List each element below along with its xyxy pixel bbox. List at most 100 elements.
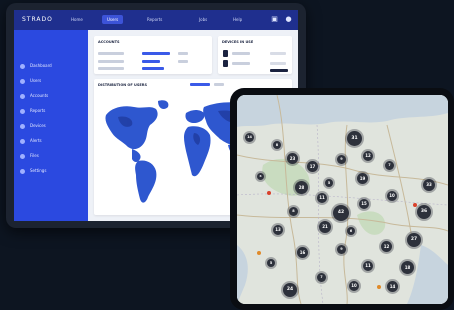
alerts-icon [20,138,25,144]
nav-item-help[interactable]: Help [228,15,247,24]
map-cluster[interactable]: 42 [333,205,349,221]
map-cluster[interactable]: 13 [273,225,283,235]
input-field[interactable] [270,52,286,55]
filter-button[interactable] [214,83,224,86]
continent-shape [135,160,157,203]
sidebar-item-reports[interactable]: Reports [20,107,45,115]
card-title: DISTRIBUTION OF USERS [98,83,147,87]
map-cluster[interactable]: 14 [387,281,398,292]
continent-shape [184,126,211,177]
nav-item-jobs[interactable]: Jobs [194,15,212,24]
filter-button[interactable] [190,83,210,86]
map-cluster[interactable]: 28 [295,181,308,194]
user-icon[interactable]: ● [284,15,293,24]
map-cluster[interactable]: 5 [325,179,333,187]
chat-icon[interactable]: ▣ [270,15,279,24]
sidebar-item-label: Alerts [30,138,42,143]
sidebar-item-label: Dashboard [30,63,52,68]
map-cluster[interactable]: 11 [317,193,327,203]
map-cluster[interactable]: 18 [401,261,414,274]
sidebar-item-files[interactable]: Files [20,152,39,160]
continent-shape [105,106,158,150]
sidebar-item-label: Files [30,153,39,158]
map-cluster[interactable]: 11 [363,261,373,271]
users-icon [20,78,25,84]
continent-shape [185,110,205,123]
placeholder-text [178,60,188,63]
devices-card: DEVICES IN USE [218,36,292,74]
map-cluster[interactable]: 12 [381,241,392,252]
map-cluster[interactable]: 17 [307,161,318,172]
device-icon [223,60,228,67]
map-cluster[interactable]: 10 [387,191,397,201]
nav-item-reports[interactable]: Reports [142,15,167,24]
map-cluster[interactable]: 27 [407,233,421,247]
card-title: DEVICES IN USE [222,40,254,44]
sidebar-item-users[interactable]: Users [20,77,41,85]
map-cluster[interactable]: 12 [363,151,373,161]
progress-bar [142,60,160,63]
map-pin[interactable] [413,203,417,207]
placeholder-text [98,67,124,70]
nav-item-home[interactable]: Home [66,15,88,24]
sidebar-item-label: Settings [30,168,47,173]
map-cluster[interactable]: 24 [283,283,297,297]
map-cluster[interactable]: 6 [347,227,355,235]
map-cluster[interactable]: 33 [423,179,435,191]
progress-bar [142,67,164,70]
map-base [237,95,448,304]
map-cluster[interactable]: 8 [273,141,281,149]
sidebar-item-devices[interactable]: Devices [20,122,46,130]
land-background [237,95,448,304]
sidebar: Dashboard Users Accounts Reports Devices… [14,30,88,221]
sidebar-item-label: Users [30,78,42,83]
sidebar-item-label: Accounts [30,93,49,98]
map-cluster[interactable]: 7 [385,161,394,170]
placeholder-text [232,52,250,55]
map-cluster[interactable]: 19 [357,173,368,184]
sidebar-item-accounts[interactable]: Accounts [20,92,48,100]
map-cluster[interactable]: 8 [289,207,298,216]
sidebar-item-dashboard[interactable]: Dashboard [20,62,52,70]
sidebar-item-label: Devices [30,123,46,128]
map-cluster[interactable]: 9 [337,155,346,164]
input-field[interactable] [270,62,286,65]
map-cluster[interactable]: 10 [349,281,359,291]
devices-icon [20,123,25,129]
map-cluster[interactable]: 36 [417,205,431,219]
sidebar-item-settings[interactable]: Settings [20,167,46,175]
map-cluster[interactable]: 16 [297,247,308,258]
map-pin[interactable] [257,251,261,255]
cluster-map[interactable]: 14 8 23 6 31 12 9 17 5 28 11 7 19 42 15 … [237,95,448,304]
map-cluster[interactable]: 15 [359,199,369,209]
map-cluster[interactable]: 9 [337,245,346,254]
map-cluster[interactable]: 6 [257,173,264,180]
sidebar-item-alerts[interactable]: Alerts [20,137,42,145]
settings-icon [20,168,25,174]
files-icon [20,153,25,159]
placeholder-text [178,52,188,55]
accounts-card: ACCOUNTS [94,36,212,74]
app-logo: STRADO [22,16,53,23]
placeholder-text [98,60,124,63]
top-nav-bar: STRADO Home Users Reports Jobs Help ▣ ● [14,10,298,30]
map-cluster[interactable]: 23 [287,153,298,164]
map-cluster[interactable]: 7 [317,273,326,282]
sidebar-item-label: Reports [30,108,46,113]
progress-bar [142,52,170,55]
map-cluster[interactable]: 31 [347,131,362,146]
device-icon [223,50,228,57]
dashboard-icon [20,63,25,69]
reports-icon [20,108,25,114]
map-cluster[interactable]: 14 [245,133,254,142]
map-cluster[interactable]: 5 [267,259,275,267]
accounts-icon [20,93,25,99]
map-pin[interactable] [267,191,271,195]
nav-item-users[interactable]: Users [102,15,124,24]
card-title: ACCOUNTS [98,40,120,44]
action-button[interactable] [270,69,288,72]
placeholder-text [98,52,124,55]
map-pin[interactable] [377,285,381,289]
placeholder-text [232,62,250,65]
map-cluster[interactable]: 21 [319,221,331,233]
